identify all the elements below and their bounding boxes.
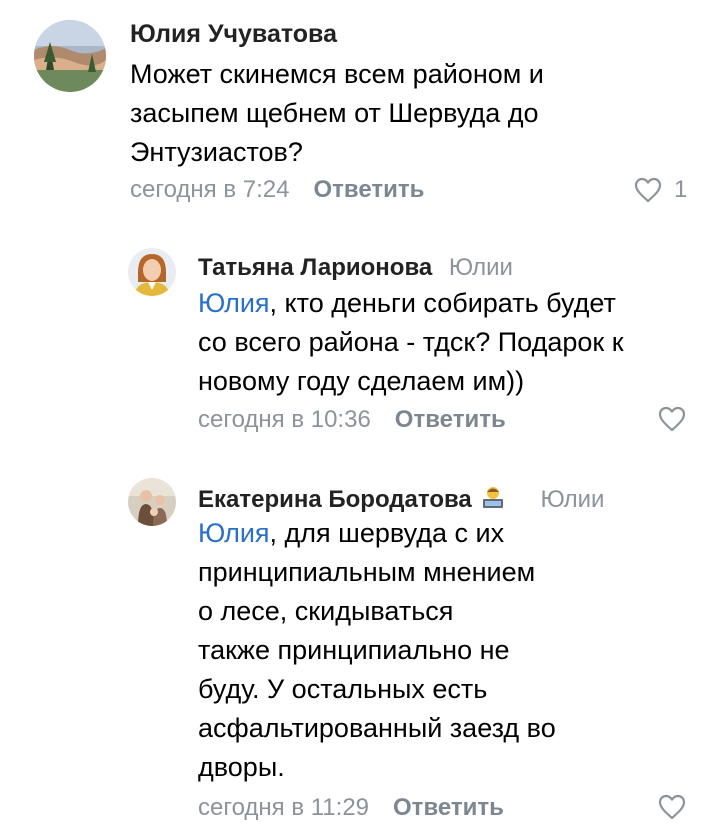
- heart-icon: [658, 794, 686, 820]
- comment-3: Екатерина Бородатова Юлии Юлия, для шерв…: [0, 0, 720, 838]
- reply-button[interactable]: Ответить: [393, 794, 504, 821]
- mention-link[interactable]: Юлия: [198, 518, 270, 548]
- comment-time[interactable]: сегодня в 11:29: [198, 794, 369, 821]
- comment-author[interactable]: Екатерина Бородатова Юлии: [198, 484, 604, 517]
- technologist-emoji-icon: [480, 484, 506, 517]
- avatar-ekaterina[interactable]: [128, 478, 176, 526]
- reply-to-label[interactable]: Юлии: [540, 486, 604, 513]
- like-button[interactable]: [658, 794, 686, 820]
- avatar-family-photo: [128, 478, 176, 526]
- comment-meta: сегодня в 11:29 Ответить: [198, 794, 504, 822]
- comment-text: Юлия, для шервуда с их принципиальным мн…: [198, 518, 556, 782]
